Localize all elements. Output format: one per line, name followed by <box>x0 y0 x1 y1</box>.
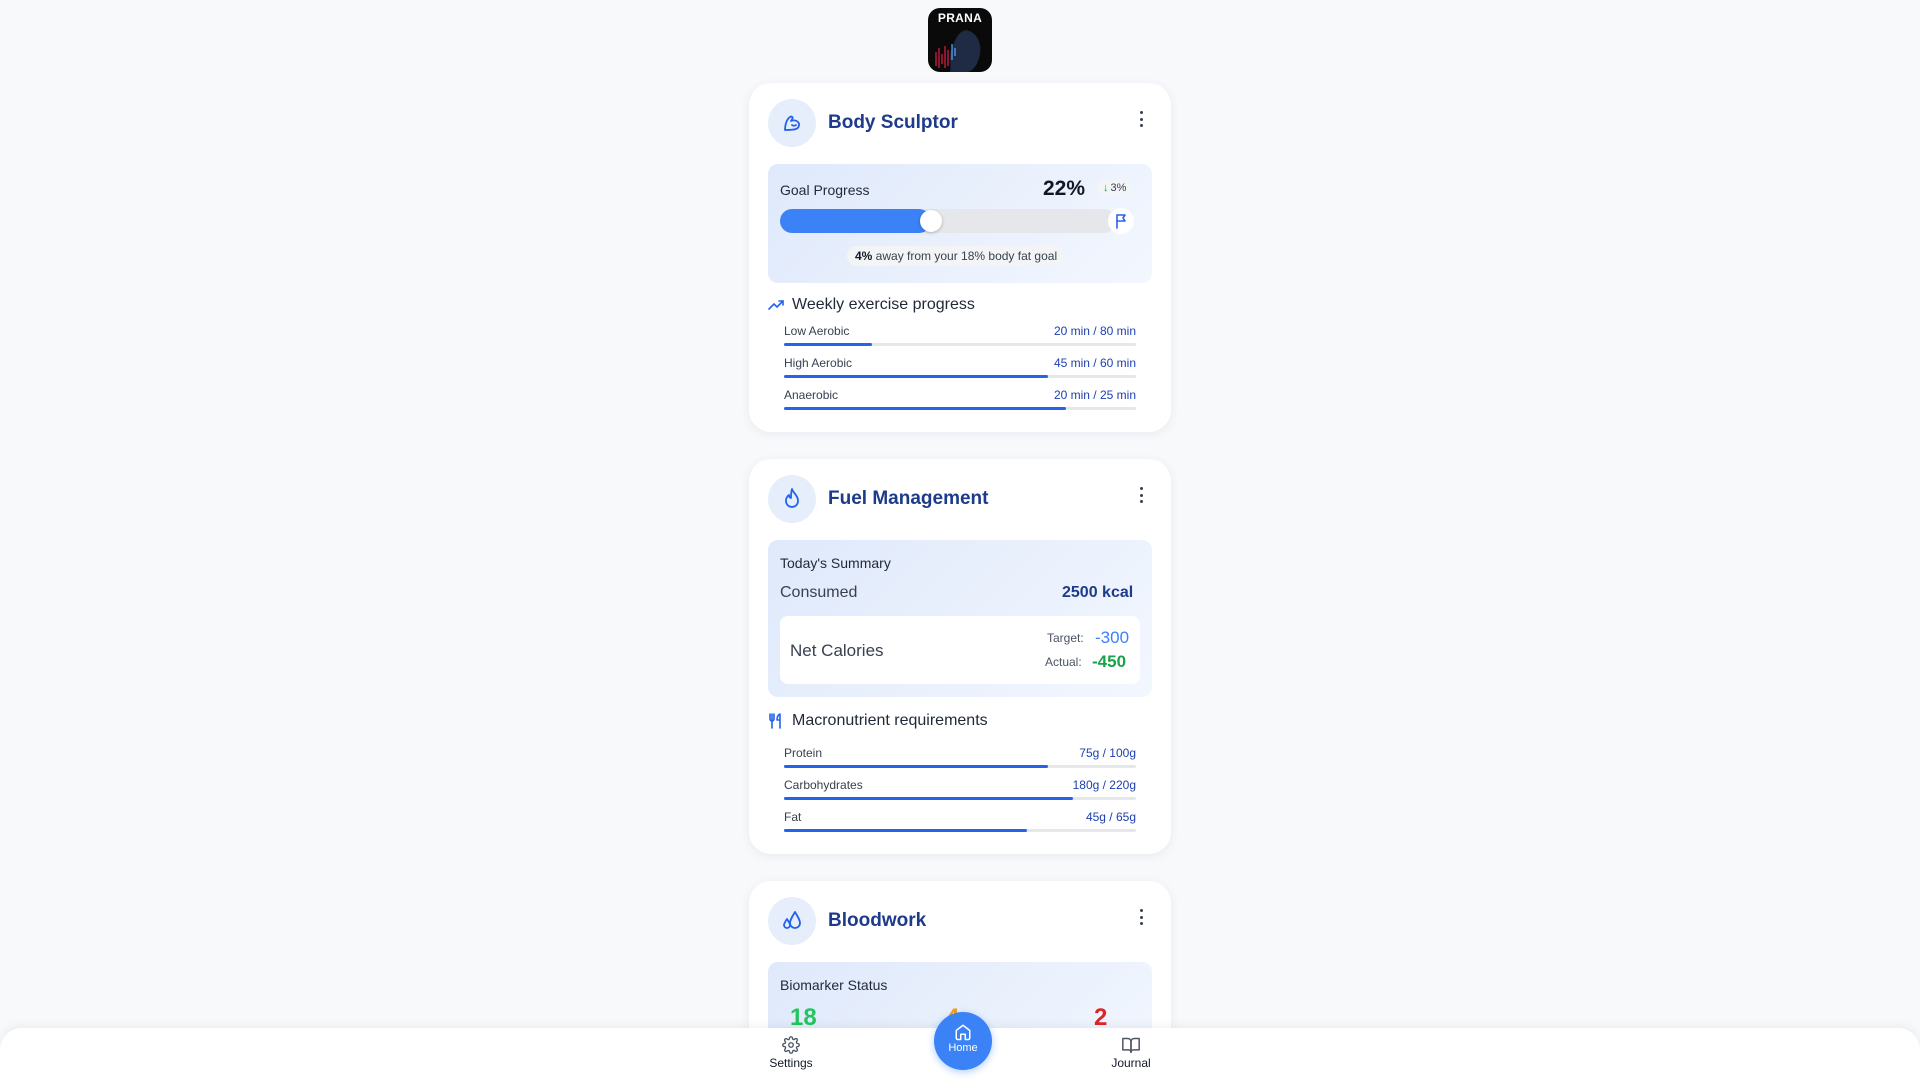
goal-progress-fill <box>780 209 932 233</box>
flexed-arm-icon <box>768 99 816 147</box>
goal-progress-handle[interactable] <box>920 210 943 232</box>
goal-note: 4% away from your 18% body fat goal <box>847 246 1066 266</box>
exercise-value: 45 min / 60 min <box>1053 356 1136 370</box>
macro-value: 75g / 100g <box>1079 746 1136 760</box>
biomarker-status-title: Biomarker Status <box>780 977 888 993</box>
todays-summary-panel: Today's Summary Consumed 2500 kcal Net C… <box>768 540 1152 697</box>
goal-progress-slider[interactable] <box>780 209 1116 233</box>
macro-row-protein: Protein 75g / 100g <box>784 746 1136 772</box>
consumed-label: Consumed <box>780 584 858 601</box>
droplets-icon <box>768 897 816 945</box>
more-options-icon[interactable] <box>1134 907 1148 927</box>
trending-up-icon <box>768 300 784 310</box>
exercise-progress-track <box>784 407 1136 410</box>
card-header: Bloodwork <box>768 897 1152 945</box>
flag-icon <box>1108 208 1134 234</box>
app-logo: PRANA <box>928 8 992 72</box>
actual-value: -450 <box>1092 652 1127 671</box>
macro-progress-fill <box>784 765 1048 768</box>
utensils-icon <box>769 713 781 729</box>
card-header: Body Sculptor <box>768 99 1152 147</box>
exercise-progress-fill <box>784 407 1066 410</box>
exercise-progress-track <box>784 375 1136 378</box>
exercise-progress-fill <box>784 375 1048 378</box>
gear-icon <box>782 1036 800 1054</box>
goal-delta-badge: ↓ 3% <box>1097 180 1133 196</box>
exercise-value: 20 min / 80 min <box>1053 324 1136 338</box>
more-options-icon[interactable] <box>1134 109 1148 129</box>
card-header: Fuel Management <box>768 475 1152 523</box>
card-title: Bloodwork <box>828 910 927 931</box>
card-title: Fuel Management <box>828 488 989 509</box>
weekly-exercise-title: Weekly exercise progress <box>792 296 975 313</box>
exercise-progress-fill <box>784 343 872 346</box>
macro-name: Protein <box>784 746 823 760</box>
exercise-row-high-aerobic: High Aerobic 45 min / 60 min <box>784 356 1136 382</box>
nav-home-label: Home <box>948 1042 978 1054</box>
macro-value: 180g / 220g <box>1072 778 1136 792</box>
macro-name: Carbohydrates <box>784 778 863 792</box>
nav-journal-label: Journal <box>1111 1056 1151 1070</box>
exercise-name: High Aerobic <box>784 356 853 370</box>
nav-journal[interactable]: Journal <box>1091 1036 1171 1070</box>
macro-progress-fill <box>784 829 1027 832</box>
book-open-icon <box>1122 1037 1140 1054</box>
fuel-management-card: Fuel Management Today's Summary Consumed… <box>749 459 1171 854</box>
consumed-value: 2500 kcal <box>1062 584 1134 601</box>
exercise-name: Low Aerobic <box>784 324 850 338</box>
macro-row-carbohydrates: Carbohydrates 180g / 220g <box>784 778 1136 804</box>
macro-row-fat: Fat 45g / 65g <box>784 810 1136 836</box>
exercise-value: 20 min / 25 min <box>1053 388 1136 402</box>
net-calories-label: Net Calories <box>790 641 884 660</box>
macro-value: 45g / 65g <box>1085 810 1136 824</box>
goal-note-amount: 4% <box>855 249 873 263</box>
macro-progress-track <box>784 797 1136 800</box>
target-value: -300 <box>1095 628 1130 647</box>
nav-settings-label: Settings <box>769 1056 813 1070</box>
exercise-row-anaerobic: Anaerobic 20 min / 25 min <box>784 388 1136 414</box>
goal-note-text: away from your 18% body fat goal <box>872 249 1058 263</box>
exercise-name: Anaerobic <box>784 388 839 402</box>
arrow-down-icon: ↓ <box>1103 182 1109 194</box>
macro-progress-track <box>784 765 1136 768</box>
macronutrient-heading: Macronutrient requirements <box>768 712 988 730</box>
macro-progress-fill <box>784 797 1073 800</box>
net-calories-box: Net Calories Target: -300 Actual: -450 <box>780 616 1140 684</box>
summary-title: Today's Summary <box>780 555 891 571</box>
home-icon <box>955 1024 971 1041</box>
macronutrient-title: Macronutrient requirements <box>792 712 988 729</box>
goal-progress-panel: Goal Progress 22% ↓ 3% 4% away from your… <box>768 164 1152 283</box>
card-title: Body Sculptor <box>828 112 958 133</box>
nav-settings[interactable]: Settings <box>751 1036 831 1070</box>
goal-delta-value: 3% <box>1110 182 1127 194</box>
logo-text: PRANA <box>937 11 983 25</box>
flame-icon <box>768 475 816 523</box>
body-sculptor-card: Body Sculptor Goal Progress 22% ↓ 3% 4% … <box>749 83 1171 432</box>
goal-progress-label: Goal Progress <box>780 182 870 198</box>
goal-progress-percent: 22% <box>1043 177 1086 200</box>
exercise-row-low-aerobic: Low Aerobic 20 min / 80 min <box>784 324 1136 350</box>
target-label: Target: <box>1047 631 1084 645</box>
nav-home-button[interactable]: Home <box>934 1012 992 1070</box>
macro-name: Fat <box>784 810 802 824</box>
actual-label: Actual: <box>1045 655 1082 669</box>
weekly-exercise-heading: Weekly exercise progress <box>768 296 975 314</box>
macro-progress-track <box>784 829 1136 832</box>
more-options-icon[interactable] <box>1134 485 1148 505</box>
exercise-progress-track <box>784 343 1136 346</box>
